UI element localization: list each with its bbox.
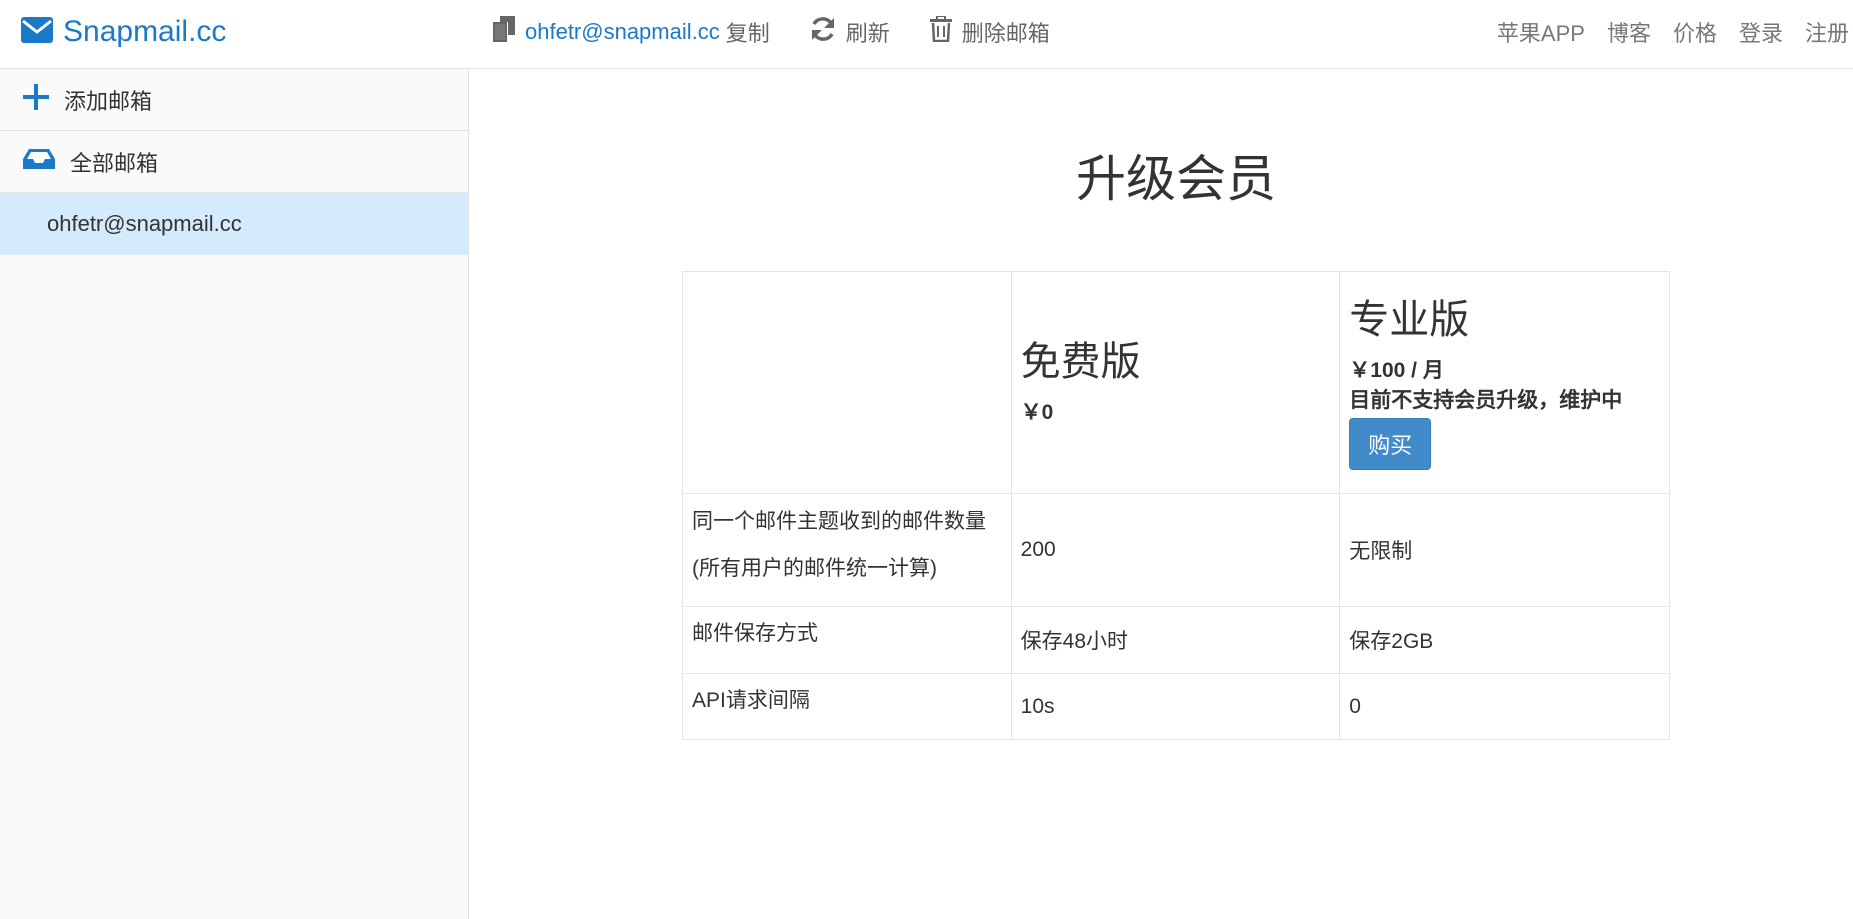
copy-icon [493, 16, 515, 48]
delete-mailbox-label: 删除邮箱 [961, 21, 1050, 46]
brand-name: Snapmail.cc [63, 15, 227, 48]
pro-plan-price: ￥100 / 月 [1349, 358, 1444, 382]
feature-cell: 同一个邮件主题收到的邮件数量 (所有用户的邮件统一计算) [682, 493, 1012, 607]
pro-plan-cell: 专业版 ￥100 / 月 目前不支持会员升级，维护中 购买 [1339, 271, 1670, 494]
main-content: 升级会员 免费版 ￥0 专业版 ￥100 / 月 目前不支持会员升级，维护中 购… [470, 69, 1853, 919]
refresh-button[interactable]: 刷新 [810, 16, 890, 48]
free-plan-price: ￥0 [1020, 400, 1054, 424]
feature-label: 同一个邮件主题收到的邮件数量 [692, 510, 986, 533]
pro-value-cell: 保存2GB [1339, 606, 1670, 674]
feature-cell: 邮件保存方式 [682, 606, 1012, 674]
mailbox-address: ohfetr@snapmail.cc [47, 211, 242, 236]
plan-header-row: 免费版 ￥0 专业版 ￥100 / 月 目前不支持会员升级，维护中 购买 [682, 271, 1670, 494]
nav-blog[interactable]: 博客 [1607, 16, 1651, 48]
top-navbar: Snapmail.cc ohfetr@snapmail.cc 复制 刷新 删除邮… [0, 0, 1853, 69]
sidebar: 添加邮箱 全部邮箱 ohfetr@snapmail.cc [0, 69, 469, 919]
mailbox-toolbar: ohfetr@snapmail.cc 复制 刷新 删除邮箱 [493, 14, 1090, 50]
all-mailboxes-item[interactable]: 全部邮箱 [0, 131, 468, 193]
free-plan-cell: 免费版 ￥0 [1010, 271, 1341, 494]
free-plan-name: 免费版 [1020, 339, 1141, 384]
nav-login[interactable]: 登录 [1739, 16, 1783, 48]
envelope-icon [21, 16, 53, 48]
add-mailbox-item[interactable]: 添加邮箱 [0, 69, 468, 131]
table-row: API请求间隔 10s 0 [682, 673, 1670, 740]
buy-button[interactable]: 购买 [1349, 417, 1432, 470]
nav-pricing[interactable]: 价格 [1673, 16, 1717, 48]
free-value-cell: 保存48小时 [1010, 606, 1341, 674]
copy-email-button[interactable]: ohfetr@snapmail.cc 复制 [493, 16, 770, 48]
table-row: 同一个邮件主题收到的邮件数量 (所有用户的邮件统一计算) 200 无限制 [682, 493, 1670, 607]
top-nav-links: 苹果APP 博客 价格 登录 注册 [1497, 14, 1853, 50]
pricing-table: 免费版 ￥0 专业版 ￥100 / 月 目前不支持会员升级，维护中 购买 同一个… [682, 271, 1670, 740]
table-row: 邮件保存方式 保存48小时 保存2GB [682, 606, 1670, 674]
plus-icon [22, 83, 50, 117]
copy-label: 复制 [725, 21, 770, 46]
free-value-cell: 10s [1010, 673, 1341, 740]
pro-value-cell: 0 [1339, 673, 1670, 740]
add-mailbox-label: 添加邮箱 [64, 88, 153, 114]
refresh-label: 刷新 [845, 21, 890, 46]
free-value-cell: 200 [1010, 493, 1341, 607]
delete-mailbox-button[interactable]: 删除邮箱 [929, 15, 1050, 48]
page-title: 升级会员 [1076, 151, 1276, 207]
all-mailboxes-label: 全部邮箱 [70, 150, 159, 176]
nav-apple-app[interactable]: 苹果APP [1497, 16, 1585, 48]
refresh-icon [810, 16, 836, 48]
inbox-icon [22, 147, 56, 177]
pro-plan-note: 目前不支持会员升级，维护中 [1349, 388, 1623, 412]
sidebar-item-mailbox[interactable]: ohfetr@snapmail.cc [0, 193, 468, 255]
empty-header-cell [682, 271, 1012, 494]
feature-cell: API请求间隔 [682, 673, 1012, 740]
brand-link[interactable]: Snapmail.cc [21, 12, 226, 52]
nav-register[interactable]: 注册 [1805, 16, 1849, 48]
trash-icon [929, 15, 952, 48]
current-email: ohfetr@snapmail.cc [525, 19, 720, 44]
pro-plan-name: 专业版 [1349, 297, 1470, 342]
pro-value-cell: 无限制 [1339, 493, 1670, 607]
feature-sublabel: (所有用户的邮件统一计算) [692, 557, 937, 580]
